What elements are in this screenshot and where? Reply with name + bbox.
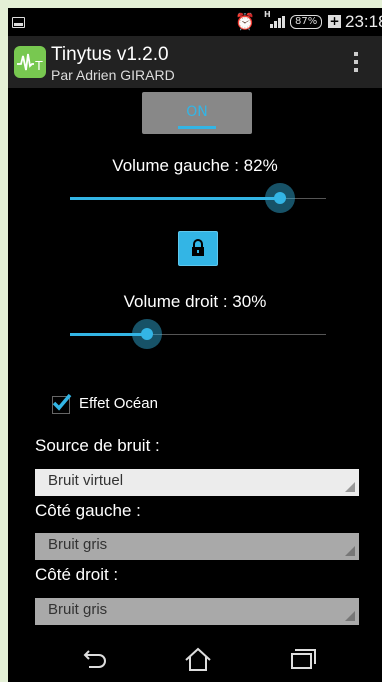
battery-icon: 87% (290, 15, 323, 29)
ocean-effect-label: Effet Océan (79, 395, 158, 412)
checkmark-icon (52, 393, 72, 411)
image-icon (12, 17, 25, 28)
toggle-indicator (178, 126, 216, 129)
action-bar: T Tinytus v1.2.0 Par Adrien GIRARD (8, 36, 382, 89)
left-side-value: Bruit gris (48, 536, 108, 553)
overflow-menu-icon[interactable] (346, 48, 366, 76)
right-side-value: Bruit gris (48, 601, 108, 618)
volume-right-slider[interactable] (70, 319, 326, 349)
app-title: Tinytus v1.2.0 (51, 44, 169, 65)
charging-icon: + (328, 14, 341, 28)
tinytus-app-icon: T (14, 46, 46, 78)
device-screen: ⏰ H 87% + 23:18 T Tinytus v1.2.0 Par Adr… (8, 8, 382, 682)
volume-right-label: Volume droit : 30% (123, 292, 267, 311)
on-off-toggle[interactable]: ON (142, 92, 252, 134)
left-side-spinner[interactable]: Bruit gris (35, 533, 359, 560)
svg-text:T: T (35, 58, 43, 73)
status-bar: ⏰ H 87% + 23:18 (8, 8, 382, 36)
lock-icon (192, 239, 204, 256)
left-side-label: Côté gauche : (35, 501, 141, 520)
right-side-label: Côté droit : (35, 565, 119, 584)
noise-source-spinner[interactable]: Bruit virtuel (35, 469, 359, 496)
home-icon[interactable] (178, 643, 218, 675)
checkbox-box[interactable] (52, 393, 72, 414)
right-side-spinner[interactable]: Bruit gris (35, 598, 359, 625)
recent-apps-icon[interactable] (281, 643, 321, 675)
app-subtitle: Par Adrien GIRARD (51, 67, 175, 83)
toggle-label: ON (186, 104, 208, 120)
volume-right-thumb[interactable] (131, 319, 162, 349)
spinner-arrow-icon (345, 611, 355, 621)
volume-left-slider[interactable] (70, 183, 326, 213)
spinner-arrow-icon (345, 546, 355, 556)
signal-icon (270, 16, 286, 28)
noise-source-label: Source de bruit : (35, 436, 160, 455)
noise-source-value: Bruit virtuel (48, 472, 124, 489)
spinner-arrow-icon (345, 482, 355, 492)
navigation-bar (8, 635, 382, 682)
main-content: ON Volume gauche : 82% Volume droit : 30… (8, 88, 382, 635)
alarm-icon: ⏰ (235, 12, 255, 31)
volume-left-label: Volume gauche : 82% (112, 156, 278, 175)
status-time: 23:18 (345, 12, 382, 31)
lock-button[interactable] (178, 231, 218, 266)
volume-left-thumb[interactable] (264, 183, 295, 213)
back-icon[interactable] (75, 643, 115, 675)
volume-left-fill (70, 197, 280, 200)
